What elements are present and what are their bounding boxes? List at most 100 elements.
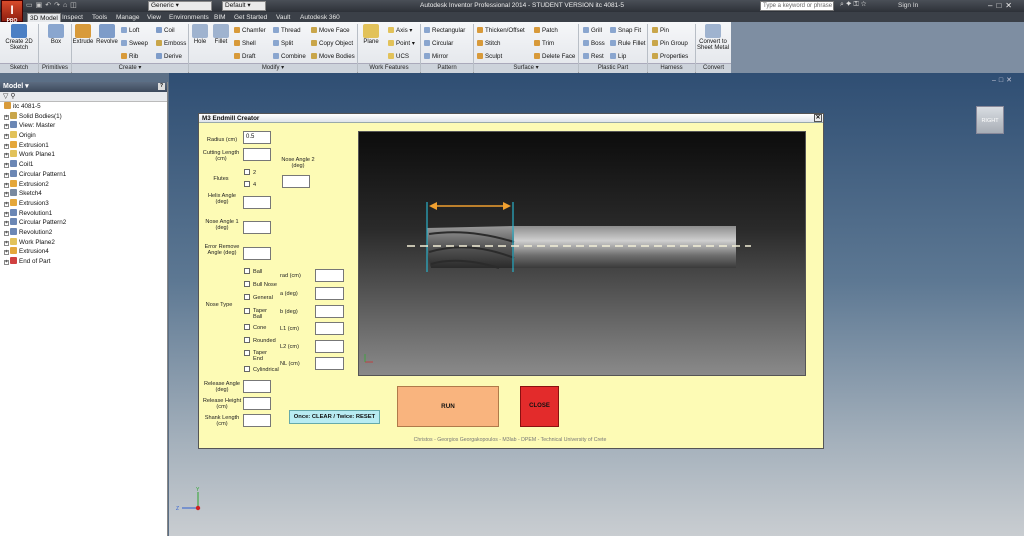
create-sketch-button[interactable]: Create 2D Sketch	[4, 24, 34, 51]
tab-manage[interactable]: Manage	[114, 13, 142, 22]
sign-in-link[interactable]: Sign In	[898, 2, 918, 9]
expand-icon[interactable]: +	[4, 221, 9, 227]
thread-button[interactable]: Thread	[273, 27, 301, 34]
b-deg-input[interactable]	[315, 305, 344, 318]
tree-item[interactable]: + Revolution1	[0, 208, 167, 219]
convert-sheet-metal-button[interactable]: Convert to Sheet Metal	[696, 24, 730, 51]
thicken-offset-button[interactable]: Thicken/Offset	[477, 27, 525, 34]
filter-icon[interactable]: ▽	[3, 93, 8, 100]
expand-icon[interactable]: +	[4, 182, 9, 188]
rectangular-pattern-button[interactable]: Rectangular	[424, 27, 465, 34]
nose-angle-2-input[interactable]	[282, 175, 310, 188]
expand-icon[interactable]: +	[4, 250, 9, 256]
expand-icon[interactable]: +	[4, 230, 9, 236]
tab-tools[interactable]: Tools	[90, 13, 109, 22]
nose-taper-end-checkbox[interactable]: Taper End	[244, 350, 276, 363]
draft-button[interactable]: Draft	[234, 53, 255, 60]
grill-button[interactable]: Grill	[583, 27, 602, 34]
tab-vault[interactable]: Vault	[274, 13, 292, 22]
point-button[interactable]: Point ▾	[388, 40, 415, 47]
tab-inspect[interactable]: Inspect	[60, 13, 85, 22]
release-height-input[interactable]	[243, 397, 271, 410]
expand-icon[interactable]: +	[4, 172, 9, 178]
material-select[interactable]: Default ▾	[222, 1, 266, 11]
search-input[interactable]: Type a keyword or phrase	[760, 1, 834, 11]
tree-item[interactable]: + Revolution2	[0, 227, 167, 238]
patch-button[interactable]: Patch	[534, 27, 558, 34]
chamfer-button[interactable]: Chamfer	[234, 27, 266, 34]
find-icon[interactable]: ⚲	[10, 93, 15, 100]
snap-fit-button[interactable]: Snap Fit	[610, 27, 641, 34]
app-logo[interactable]: I PRO	[1, 0, 23, 24]
cutting-length-input[interactable]	[243, 148, 271, 161]
nose-ball-checkbox[interactable]: Ball	[244, 268, 262, 275]
tab-autodesk-360[interactable]: Autodesk 360	[298, 13, 342, 22]
pin-button[interactable]: Pin	[652, 27, 669, 34]
box-button[interactable]: Box	[44, 24, 68, 45]
hole-button[interactable]: Hole	[191, 24, 209, 45]
close-button[interactable]: CLOSE	[520, 386, 559, 427]
move-face-button[interactable]: Move Face	[311, 27, 350, 34]
tab-3d-model[interactable]: 3D Model	[27, 13, 61, 22]
expand-icon[interactable]: +	[4, 211, 9, 217]
tree-item[interactable]: + Circular Pattern1	[0, 169, 167, 180]
rest-button[interactable]: Rest	[583, 53, 604, 60]
viewport-window-controls[interactable]: –□✕	[992, 76, 1015, 84]
flutes-4-checkbox[interactable]: 4	[244, 181, 256, 188]
sculpt-button[interactable]: Sculpt	[477, 53, 502, 60]
tree-item[interactable]: + Circular Pattern2	[0, 218, 167, 228]
helix-angle-input[interactable]	[243, 196, 271, 209]
axis-button[interactable]: Axis ▾	[388, 27, 413, 34]
clear-reset-button[interactable]: Once: CLEAR / Twice: RESET	[289, 410, 380, 424]
viewcube[interactable]: RIGHT	[976, 106, 1004, 134]
nose-bull-nose-checkbox[interactable]: Bull Nose	[244, 281, 277, 288]
copy-object-button[interactable]: Copy Object	[311, 40, 353, 47]
tab-bim[interactable]: BIM	[212, 13, 228, 22]
nose-angle-1-input[interactable]	[243, 221, 271, 234]
shell-button[interactable]: Shell	[234, 40, 256, 47]
shank-length-input[interactable]	[243, 414, 271, 427]
delete-face-button[interactable]: Delete Face	[534, 53, 575, 60]
nose-rounded-checkbox[interactable]: Rounded	[244, 337, 276, 344]
tree-item[interactable]: + Work Plane2	[0, 237, 167, 248]
properties-button[interactable]: Properties	[652, 53, 688, 60]
l1-input[interactable]	[315, 322, 344, 335]
expand-icon[interactable]: +	[4, 260, 9, 265]
emboss-button[interactable]: Emboss	[156, 40, 186, 47]
tree-item[interactable]: + Sketch4	[0, 189, 167, 199]
tree-item[interactable]: + Extrusion4	[0, 247, 167, 257]
error-remove-angle-input[interactable]	[243, 247, 271, 260]
pin-group-button[interactable]: Pin Group	[652, 40, 688, 47]
rule-fillet-button[interactable]: Rule Fillet	[610, 40, 646, 47]
release-angle-input[interactable]	[243, 380, 271, 393]
flutes-2-checkbox[interactable]: 2	[244, 169, 256, 176]
quick-access-icons[interactable]: ▭▣↶↷⌂◫	[26, 1, 80, 9]
tree-item[interactable]: + Coil1	[0, 160, 167, 170]
tab-view[interactable]: View	[145, 13, 163, 22]
tree-item[interactable]: + Extrusion1	[0, 140, 167, 151]
tree-item[interactable]: + View: Master	[0, 121, 167, 131]
boss-button[interactable]: Boss	[583, 40, 605, 47]
tree-item[interactable]: itc 4081-5	[0, 102, 167, 112]
fillet-button[interactable]: Fillet	[211, 24, 231, 45]
revolve-button[interactable]: Revolve	[95, 24, 119, 45]
window-controls[interactable]: –□✕	[988, 1, 1016, 10]
expand-icon[interactable]: +	[4, 240, 9, 246]
circular-pattern-button[interactable]: Circular	[424, 40, 453, 47]
tree-item[interactable]: + Origin	[0, 131, 167, 141]
tab-get-started[interactable]: Get Started	[232, 13, 269, 22]
appearance-select[interactable]: Generic ▾	[148, 1, 212, 11]
lip-button[interactable]: Lip	[610, 53, 626, 60]
expand-icon[interactable]: +	[4, 153, 9, 159]
ucs-button[interactable]: UCS	[388, 53, 409, 60]
nl-input[interactable]	[315, 357, 344, 370]
tree-item[interactable]: + End of Part	[0, 257, 167, 267]
combine-button[interactable]: Combine	[273, 53, 306, 60]
browser-help-icon[interactable]: ?	[158, 83, 165, 90]
title-tools-icons[interactable]: ⌕✦⚿☆	[840, 1, 869, 9]
a-deg-input[interactable]	[315, 287, 344, 300]
extrude-button[interactable]: Extrude	[72, 24, 94, 45]
nose-cone-checkbox[interactable]: Cone	[244, 324, 266, 331]
plane-button[interactable]: Plane	[360, 24, 382, 45]
tree-item[interactable]: + Extrusion3	[0, 198, 167, 209]
